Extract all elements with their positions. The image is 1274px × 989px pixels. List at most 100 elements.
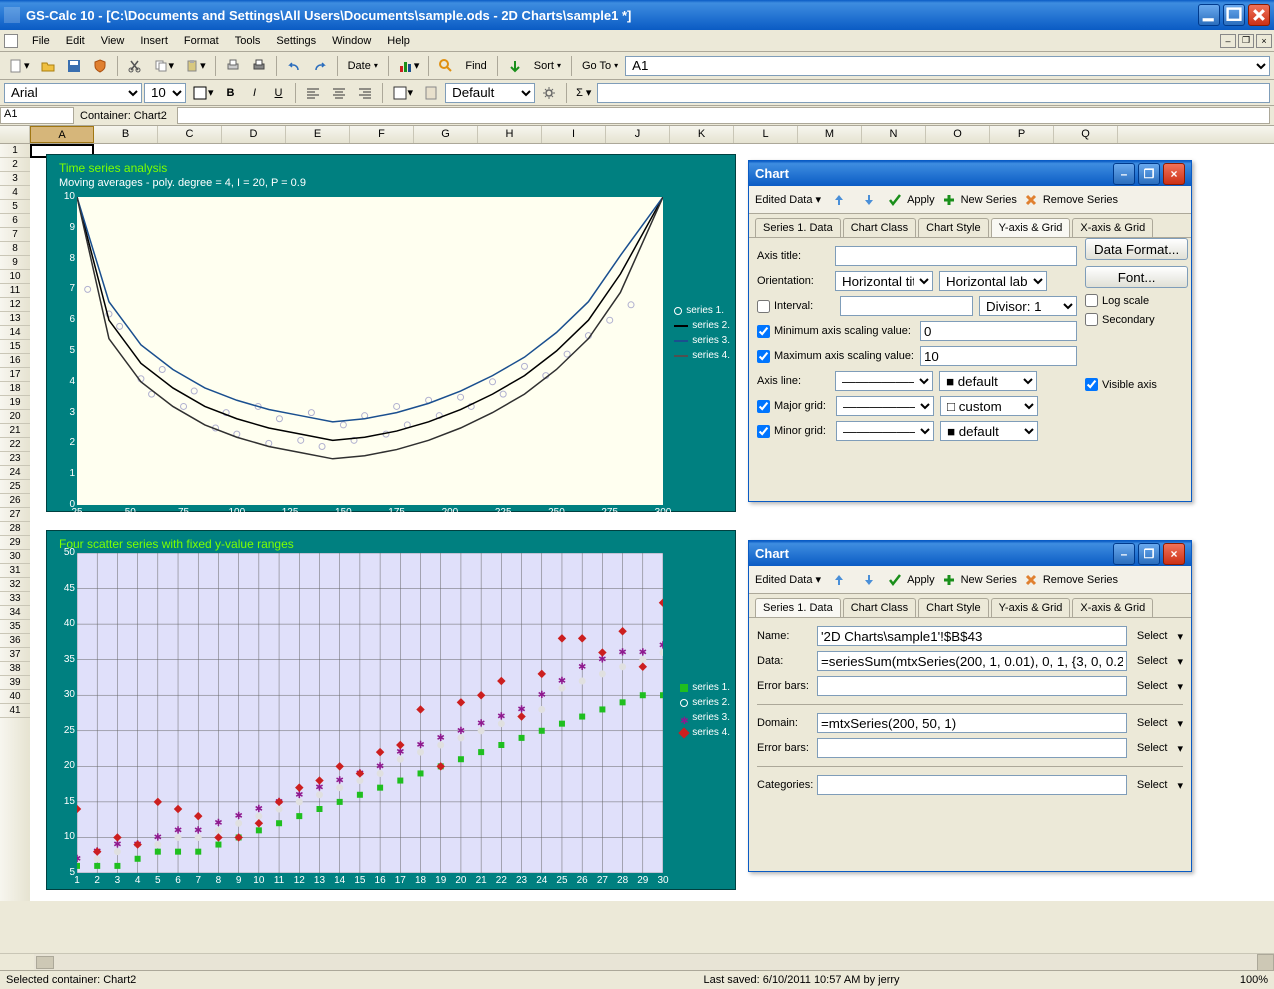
major-grid-checkbox[interactable] — [757, 400, 770, 413]
undo-button[interactable] — [282, 55, 306, 77]
row-header[interactable]: 11 — [0, 284, 30, 298]
col-header[interactable]: N — [862, 126, 926, 143]
dialog-close-button[interactable]: × — [1163, 163, 1185, 185]
secondary-checkbox[interactable] — [1085, 313, 1098, 326]
tab-chart-class[interactable]: Chart Class — [843, 598, 916, 617]
error-bars-2-input[interactable] — [817, 738, 1127, 758]
error-bars-input[interactable] — [817, 676, 1127, 696]
row-header[interactable]: 38 — [0, 662, 30, 676]
data-input[interactable] — [817, 651, 1127, 671]
print-preview-button[interactable] — [221, 55, 245, 77]
menu-window[interactable]: Window — [324, 33, 379, 49]
major-grid-style-combo[interactable]: ——————— — [836, 396, 934, 416]
row-header[interactable]: 14 — [0, 326, 30, 340]
minor-grid-checkbox[interactable] — [757, 425, 770, 438]
underline-button[interactable]: U — [268, 82, 290, 104]
cell-reference[interactable]: A1 — [0, 107, 74, 124]
row-header[interactable]: 29 — [0, 536, 30, 550]
row-header[interactable]: 24 — [0, 466, 30, 480]
mdi-close-button[interactable]: × — [1256, 34, 1272, 48]
row-header[interactable]: 5 — [0, 200, 30, 214]
dialog-maximize-button[interactable]: ❐ — [1138, 543, 1160, 565]
dialog-close-button[interactable]: × — [1163, 543, 1185, 565]
tab-xaxis-grid[interactable]: X-axis & Grid — [1072, 598, 1153, 617]
menu-settings[interactable]: Settings — [268, 33, 324, 49]
row-header[interactable]: 36 — [0, 634, 30, 648]
apply-button[interactable]: Apply — [887, 572, 935, 588]
row-header[interactable]: 40 — [0, 690, 30, 704]
menu-tools[interactable]: Tools — [227, 33, 269, 49]
redo-button[interactable] — [308, 55, 332, 77]
maximize-button[interactable] — [1223, 4, 1245, 26]
open-button[interactable] — [36, 55, 60, 77]
categories-input[interactable] — [817, 775, 1127, 795]
down-arrow-icon[interactable] — [857, 569, 881, 591]
row-header[interactable]: 19 — [0, 396, 30, 410]
log-scale-checkbox[interactable] — [1085, 294, 1098, 307]
menu-file[interactable]: File — [24, 33, 58, 49]
row-header[interactable]: 32 — [0, 578, 30, 592]
select-data-button[interactable]: Select — [1133, 655, 1172, 667]
chart-button[interactable]: ▾ — [394, 55, 424, 77]
align-left-button[interactable] — [301, 82, 325, 104]
domain-input[interactable] — [817, 713, 1127, 733]
col-header[interactable]: P — [990, 126, 1054, 143]
row-header[interactable]: 41 — [0, 704, 30, 718]
tab-chart-style[interactable]: Chart Style — [918, 598, 988, 617]
chart-1[interactable]: Time series analysis Moving averages - p… — [46, 154, 736, 512]
new-button[interactable]: ▾ — [4, 55, 34, 77]
scrollbar-thumb[interactable] — [36, 956, 54, 969]
down-arrow-icon[interactable] — [857, 189, 881, 211]
row-header[interactable]: 12 — [0, 298, 30, 312]
chart-2[interactable]: Four scatter series with fixed y-value r… — [46, 530, 736, 890]
size-combo[interactable]: 10 — [144, 83, 186, 103]
copy-button[interactable]: ▾ — [149, 55, 179, 77]
row-header[interactable]: 9 — [0, 256, 30, 270]
mdi-minimize-button[interactable]: – — [1220, 34, 1236, 48]
goto-button[interactable]: Go To▾ — [579, 55, 621, 77]
date-button[interactable]: Date▾ — [345, 55, 381, 77]
sum-button[interactable]: Σ ▾ — [572, 82, 595, 104]
interval-checkbox[interactable] — [757, 300, 770, 313]
row-header[interactable]: 37 — [0, 648, 30, 662]
shield-icon[interactable] — [88, 55, 112, 77]
row-header[interactable]: 1 — [0, 144, 30, 158]
row-header[interactable]: 26 — [0, 494, 30, 508]
minimize-button[interactable] — [1198, 4, 1220, 26]
col-header[interactable]: K — [670, 126, 734, 143]
border-button[interactable]: ▾ — [188, 82, 218, 104]
find-icon[interactable] — [434, 55, 458, 77]
minor-grid-color-combo[interactable]: ■ default — [940, 421, 1038, 441]
remove-series-button[interactable]: Remove Series — [1023, 192, 1118, 208]
row-header[interactable]: 25 — [0, 480, 30, 494]
major-grid-color-combo[interactable]: □ custom — [940, 396, 1038, 416]
row-header[interactable]: 15 — [0, 340, 30, 354]
col-header[interactable]: G — [414, 126, 478, 143]
row-header[interactable]: 30 — [0, 550, 30, 564]
print-button[interactable] — [247, 55, 271, 77]
visible-axis-checkbox[interactable] — [1085, 378, 1098, 391]
cell-grid[interactable]: Time series analysis Moving averages - p… — [30, 144, 1274, 901]
divisor-combo[interactable]: Divisor: 1 — [979, 296, 1077, 316]
row-header[interactable]: 6 — [0, 214, 30, 228]
row-header[interactable]: 3 — [0, 172, 30, 186]
col-header[interactable]: C — [158, 126, 222, 143]
sort-button[interactable]: Sort▾ — [531, 55, 564, 77]
tab-yaxis-grid[interactable]: Y-axis & Grid — [991, 218, 1071, 237]
col-header[interactable]: H — [478, 126, 542, 143]
col-header[interactable]: L — [734, 126, 798, 143]
row-header[interactable]: 23 — [0, 452, 30, 466]
col-header[interactable]: Q — [1054, 126, 1118, 143]
col-header[interactable]: E — [286, 126, 350, 143]
data-format-button[interactable]: Data Format... — [1085, 238, 1188, 260]
select-categories-button[interactable]: Select — [1133, 779, 1172, 791]
menu-edit[interactable]: Edit — [58, 33, 93, 49]
select-all-corner[interactable] — [0, 126, 30, 143]
max-input[interactable] — [920, 346, 1077, 366]
row-header[interactable]: 34 — [0, 606, 30, 620]
select-error-2-button[interactable]: Select — [1133, 742, 1172, 754]
row-header[interactable]: 20 — [0, 410, 30, 424]
interval-input[interactable] — [840, 296, 973, 316]
mdi-restore-button[interactable]: ❐ — [1238, 34, 1254, 48]
font-combo[interactable]: Arial — [4, 83, 142, 103]
